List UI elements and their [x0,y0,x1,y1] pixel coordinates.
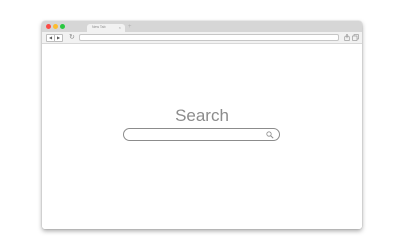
tab-title: New Tab [92,25,106,29]
browser-window: New Tab × + ◀ ▶ ↻ Search [42,21,362,229]
search-box[interactable] [123,128,280,141]
search-icon[interactable] [266,131,274,139]
forward-button[interactable]: ▶ [54,34,63,42]
tab-close-icon[interactable]: × [119,25,121,30]
reload-icon[interactable]: ↻ [69,33,75,42]
tab-bar: New Tab × + [42,21,362,32]
share-icon[interactable] [344,34,350,41]
tabs-icon[interactable] [352,34,359,41]
new-tab-button[interactable]: + [128,24,132,30]
window-minimize-button[interactable] [53,24,58,29]
stage: New Tab × + ◀ ▶ ↻ Search [0,0,403,250]
toolbar: ◀ ▶ ↻ [42,32,362,44]
window-maximize-button[interactable] [60,24,65,29]
page-content: Search [42,44,362,229]
page-title: Search [175,106,229,125]
window-close-button[interactable] [46,24,51,29]
tab-active[interactable]: New Tab × [87,24,125,32]
search-input[interactable] [130,130,260,139]
address-bar[interactable] [79,34,339,41]
